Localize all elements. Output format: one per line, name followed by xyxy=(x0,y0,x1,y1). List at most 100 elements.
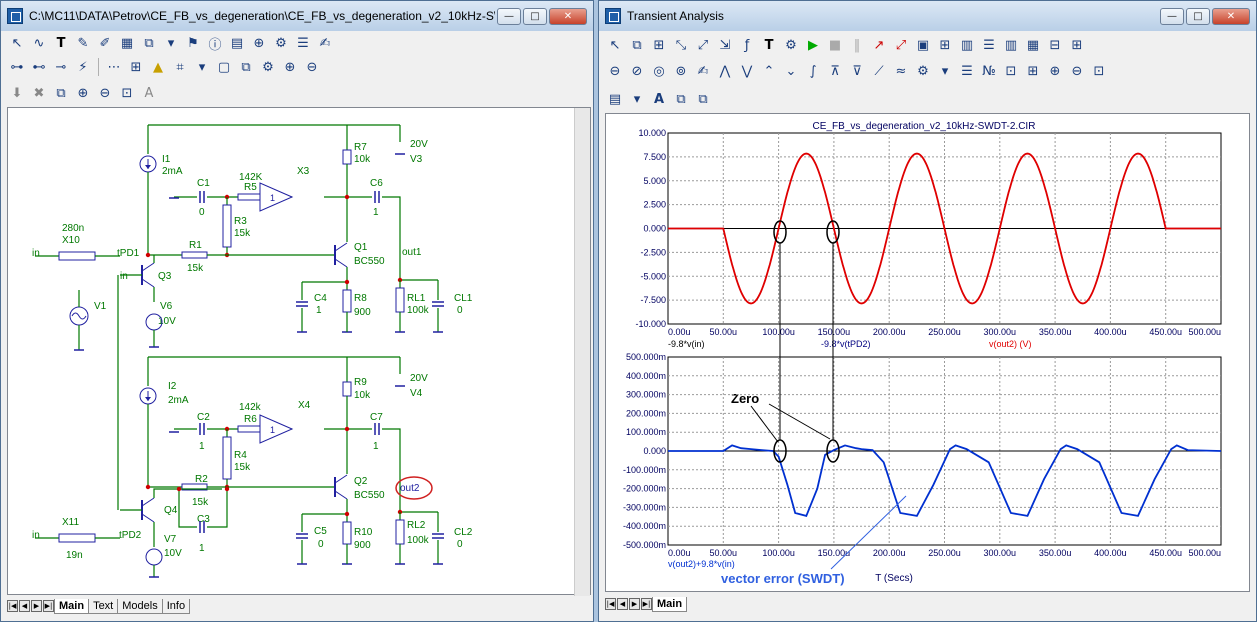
settings-icon[interactable]: ⚙ xyxy=(271,33,291,53)
text-icon[interactable]: T xyxy=(51,33,71,53)
horizontal-split-icon[interactable]: ⊟ xyxy=(1045,35,1065,55)
close-button[interactable]: ✕ xyxy=(549,7,587,25)
zoom-region-icon[interactable]: ⊞ xyxy=(649,35,669,55)
next-page-icon[interactable]: ▶ xyxy=(31,600,42,612)
zoom-in-icon[interactable]: ⊕ xyxy=(1045,61,1065,81)
first-page-icon[interactable]: |◀ xyxy=(605,598,616,610)
attribute-icon[interactable]: ⊞ xyxy=(126,57,146,77)
settings-icon[interactable]: ⚙ xyxy=(781,35,801,55)
copy-icon[interactable]: ⧉ xyxy=(693,89,713,109)
zoom-out-icon[interactable]: ⊖ xyxy=(302,57,322,77)
peak-icon[interactable]: ⊚ xyxy=(671,61,691,81)
scale-x-icon[interactable]: ⤢ xyxy=(693,35,713,55)
layout-icon[interactable]: ▤ xyxy=(605,89,625,109)
copy-icon[interactable]: ⧉ xyxy=(139,33,159,53)
table-icon[interactable]: ▥ xyxy=(957,35,977,55)
schematic-canvas[interactable]: 1 1 I1 2mA R7 10k 20V V3 C1 0 142K R5 X3 C6 1 R3 15k 280n… xyxy=(7,107,591,596)
cursor-left-icon[interactable]: ⊖ xyxy=(605,61,625,81)
prev-page-icon[interactable]: ◀ xyxy=(617,598,628,610)
zoom-in-icon[interactable]: ⊕ xyxy=(73,83,93,103)
wire-icon[interactable]: ∿ xyxy=(29,33,49,53)
limits-icon[interactable]: ⤢ xyxy=(891,35,911,55)
info-icon[interactable]: ⓘ xyxy=(205,33,225,53)
run-icon[interactable]: ▶ xyxy=(803,35,823,55)
grid-icon[interactable]: ▤ xyxy=(227,33,247,53)
node-voltages-icon[interactable]: ⊷ xyxy=(29,57,49,77)
list-icon[interactable]: ☰ xyxy=(979,35,999,55)
stop-icon[interactable]: ■ xyxy=(825,35,845,55)
cursor-right-icon[interactable]: ⊘ xyxy=(627,61,647,81)
copy-icon[interactable]: ⧉ xyxy=(236,57,256,77)
currents-icon[interactable]: ⊸ xyxy=(51,57,71,77)
brush-icon[interactable]: ✐ xyxy=(95,33,115,53)
stop-icon[interactable]: ✖ xyxy=(29,83,49,103)
pencil-icon[interactable]: ✎ xyxy=(73,33,93,53)
list-icon[interactable]: ☰ xyxy=(293,33,313,53)
low-icon[interactable]: ⌄ xyxy=(781,61,801,81)
grid-icon[interactable]: ⌗ xyxy=(170,57,190,77)
maximize-button[interactable]: □ xyxy=(1186,7,1210,25)
edit-icon[interactable]: ✍ xyxy=(693,61,713,81)
list-icon[interactable]: ☰ xyxy=(957,61,977,81)
slope-icon[interactable]: ⟋ xyxy=(869,61,889,81)
plot-canvas[interactable]: CE_FB_vs_degeneration_v2_10kHz-SWDT-2.CI… xyxy=(605,113,1250,592)
tab-text[interactable]: Text xyxy=(88,598,119,614)
flag-icon[interactable]: ⚑ xyxy=(183,33,203,53)
select-arrow-icon[interactable]: ↖ xyxy=(605,35,625,55)
minimize-button[interactable]: — xyxy=(497,7,521,25)
run-icon[interactable]: ⬇ xyxy=(7,83,27,103)
power-icon[interactable]: ⚡ xyxy=(73,57,93,77)
layers-icon[interactable]: ⧉ xyxy=(671,89,691,109)
maximize-button[interactable]: □ xyxy=(523,7,547,25)
zoom-in-icon[interactable]: ⊕ xyxy=(280,57,300,77)
tab-info[interactable]: Info xyxy=(161,598,191,614)
copy-icon[interactable]: ⧉ xyxy=(627,35,647,55)
page-icon[interactable]: ▢ xyxy=(214,57,234,77)
dropdown-arrow-icon[interactable]: ▾ xyxy=(627,89,647,109)
warning-icon[interactable]: ▲ xyxy=(148,57,168,77)
global-low-icon[interactable]: ⊽ xyxy=(847,61,867,81)
layers-icon[interactable]: ⧉ xyxy=(51,83,71,103)
global-high-icon[interactable]: ⊼ xyxy=(825,61,845,81)
edit-icon[interactable]: ✍ xyxy=(315,33,335,53)
zoom-window-icon[interactable]: ⊡ xyxy=(1089,61,1109,81)
settings-icon[interactable]: ⚙ xyxy=(258,57,278,77)
text-icon[interactable]: A xyxy=(139,83,159,103)
component-icon[interactable]: ▦ xyxy=(117,33,137,53)
fit-icon[interactable]: ⊡ xyxy=(117,83,137,103)
dropdown-arrow-icon[interactable]: ▾ xyxy=(192,57,212,77)
vertical-scrollbar[interactable] xyxy=(574,108,590,596)
next-peak-icon[interactable]: ⋀ xyxy=(715,61,735,81)
node-numbers-icon[interactable]: ⊶ xyxy=(7,57,27,77)
function-icon[interactable]: ƒ xyxy=(737,35,757,55)
select-arrow-icon[interactable]: ↖ xyxy=(7,33,27,53)
next-valley-icon[interactable]: ⋁ xyxy=(737,61,757,81)
high-icon[interactable]: ⌃ xyxy=(759,61,779,81)
first-page-icon[interactable]: |◀ xyxy=(7,600,18,612)
tag-icon[interactable]: ◎ xyxy=(649,61,669,81)
font-icon[interactable]: A xyxy=(649,89,669,109)
frame-icon[interactable]: ▣ xyxy=(913,35,933,55)
zoom-out-icon[interactable]: ⊖ xyxy=(1067,61,1087,81)
grid-icon[interactable]: ⊞ xyxy=(935,35,955,55)
dropdown-arrow-icon[interactable]: ▾ xyxy=(935,61,955,81)
zoom-out-icon[interactable]: ⊖ xyxy=(95,83,115,103)
settings-icon[interactable]: ⚙ xyxy=(913,61,933,81)
pin-connections-icon[interactable]: ⋯ xyxy=(104,57,124,77)
prev-page-icon[interactable]: ◀ xyxy=(19,600,30,612)
next-page-icon[interactable]: ▶ xyxy=(629,598,640,610)
scale-y-icon[interactable]: ⇲ xyxy=(715,35,735,55)
last-page-icon[interactable]: ▶| xyxy=(641,598,652,610)
scale-icon[interactable]: ⤡ xyxy=(671,35,691,55)
columns-icon[interactable]: ▥ xyxy=(1001,35,1021,55)
tab-models[interactable]: Models xyxy=(117,598,163,614)
bars-icon[interactable]: ▦ xyxy=(1023,35,1043,55)
numbers-icon[interactable]: № xyxy=(979,61,999,81)
minimize-button[interactable]: — xyxy=(1160,7,1184,25)
last-page-icon[interactable]: ▶| xyxy=(43,600,54,612)
probe-icon[interactable]: ⊕ xyxy=(249,33,269,53)
dropdown-arrow-icon[interactable]: ▾ xyxy=(161,33,181,53)
text-icon[interactable]: T xyxy=(759,35,779,55)
fit-y-icon[interactable]: ⊞ xyxy=(1023,61,1043,81)
stepping-icon[interactable]: ↗ xyxy=(869,35,889,55)
